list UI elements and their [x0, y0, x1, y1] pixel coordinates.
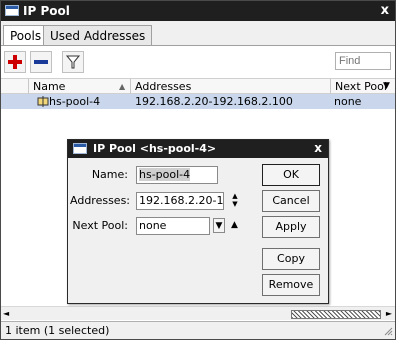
- add-icon: [8, 55, 22, 69]
- scrollbar-thumb[interactable]: [291, 310, 381, 319]
- status-text: 1 item (1 selected): [5, 324, 110, 337]
- ok-button[interactable]: OK: [262, 164, 320, 186]
- pool-icon: [37, 96, 49, 107]
- remove-button[interactable]: [30, 51, 52, 73]
- remove-button[interactable]: Remove: [262, 274, 320, 296]
- tab-used-addresses[interactable]: Used Addresses: [43, 25, 153, 45]
- window-icon: [5, 5, 19, 16]
- name-field[interactable]: hs-pool-4: [136, 166, 218, 184]
- scroll-right-icon[interactable]: ►: [386, 309, 392, 318]
- addresses-field[interactable]: 192.168.2.20-192.: [136, 192, 224, 210]
- cancel-button[interactable]: Cancel: [262, 190, 320, 212]
- dialog-titlebar[interactable]: IP Pool <hs-pool-4> x: [68, 140, 328, 158]
- column-header-flags[interactable]: [1, 79, 29, 94]
- status-bar: 1 item (1 selected): [1, 321, 395, 339]
- tab-strip: Pools Used Addresses: [1, 21, 395, 46]
- cell-next-pool: none: [334, 95, 362, 108]
- find-input[interactable]: [335, 52, 391, 70]
- sort-arrow-icon: ▲: [119, 82, 126, 91]
- toolbar: [1, 46, 395, 78]
- name-field-value: hs-pool-4: [139, 168, 191, 181]
- column-menu-icon[interactable]: ▼: [383, 81, 390, 91]
- addresses-updown-icon[interactable]: ▲ ▼: [229, 192, 241, 210]
- add-button[interactable]: [4, 51, 26, 73]
- name-label: Name:: [91, 168, 128, 181]
- dialog-icon: [73, 143, 87, 154]
- window-title: IP Pool: [23, 4, 70, 18]
- filter-icon: [65, 55, 81, 69]
- tab-pools[interactable]: Pools: [3, 25, 49, 46]
- horizontal-scrollbar[interactable]: ◄ ►: [1, 306, 395, 320]
- next-pool-label: Next Pool:: [72, 219, 128, 232]
- scroll-left-icon[interactable]: ◄: [3, 309, 9, 318]
- filter-button[interactable]: [62, 51, 84, 73]
- copy-button[interactable]: Copy: [262, 248, 320, 270]
- dropdown-arrow-icon[interactable]: ▼: [213, 218, 225, 233]
- apply-button[interactable]: Apply: [262, 216, 320, 238]
- column-header-name[interactable]: Name: [29, 79, 131, 94]
- remove-icon: [34, 60, 48, 64]
- cell-name: hs-pool-4: [49, 95, 101, 108]
- resize-grip-icon[interactable]: [383, 326, 393, 336]
- close-icon[interactable]: x: [314, 141, 322, 156]
- addresses-label: Addresses:: [70, 194, 131, 207]
- cell-addresses: 192.168.2.20-192.168.2.100: [135, 95, 293, 108]
- table-header: Name ▲ Addresses Next Pool ▼: [1, 78, 395, 94]
- move-up-icon[interactable]: ▲: [231, 220, 238, 230]
- close-icon[interactable]: x: [381, 3, 389, 18]
- window-titlebar[interactable]: IP Pool x: [1, 1, 395, 21]
- column-header-addresses[interactable]: Addresses: [131, 79, 331, 94]
- next-pool-select[interactable]: none: [136, 217, 210, 235]
- table-row[interactable]: hs-pool-4 192.168.2.20-192.168.2.100 non…: [1, 94, 395, 109]
- dialog-title: IP Pool <hs-pool-4>: [93, 142, 217, 155]
- ip-pool-dialog: IP Pool <hs-pool-4> x Name: hs-pool-4 Ad…: [67, 139, 329, 304]
